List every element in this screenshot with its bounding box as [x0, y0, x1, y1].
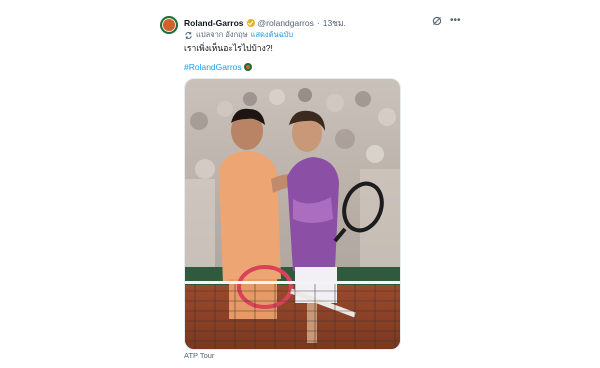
translation-row: แปลจาก อังกฤษ แสดงต้นฉบับ: [184, 29, 293, 41]
separator: ·: [316, 18, 320, 28]
avatar[interactable]: [160, 16, 178, 34]
hashtag-row: #RolandGarros: [184, 62, 252, 72]
translated-from-label: แปลจาก อังกฤษ: [196, 30, 248, 39]
tennis-players-embrace-photo: [185, 79, 400, 349]
roland-garros-logo-icon: [162, 18, 176, 32]
tweet-photo[interactable]: [184, 78, 401, 350]
roland-garros-emoji-icon: [243, 63, 252, 71]
hashtag-link[interactable]: #RolandGarros: [184, 62, 242, 72]
tweet-actions-top: •••: [432, 16, 461, 26]
show-original-link[interactable]: แสดงต้นฉบับ: [251, 29, 294, 41]
tweet-text: เราเพิ่งเห็นอะไรไปบ้าง?!: [184, 43, 273, 53]
media-caption: ATP Tour: [184, 351, 215, 360]
handle[interactable]: @rolandgarros: [258, 18, 314, 28]
verified-badge-icon[interactable]: [246, 19, 255, 27]
timestamp[interactable]: 13ชม.: [323, 16, 346, 30]
display-name[interactable]: Roland-Garros: [184, 18, 244, 28]
tweet-header: Roland-Garros @rolandgarros · 13ชม.: [184, 16, 346, 30]
tweet[interactable]: Roland-Garros @rolandgarros · 13ชม. ••• …: [160, 12, 461, 362]
translate-icon: [185, 31, 192, 39]
grok-icon[interactable]: [432, 16, 442, 26]
more-icon[interactable]: •••: [450, 16, 461, 26]
